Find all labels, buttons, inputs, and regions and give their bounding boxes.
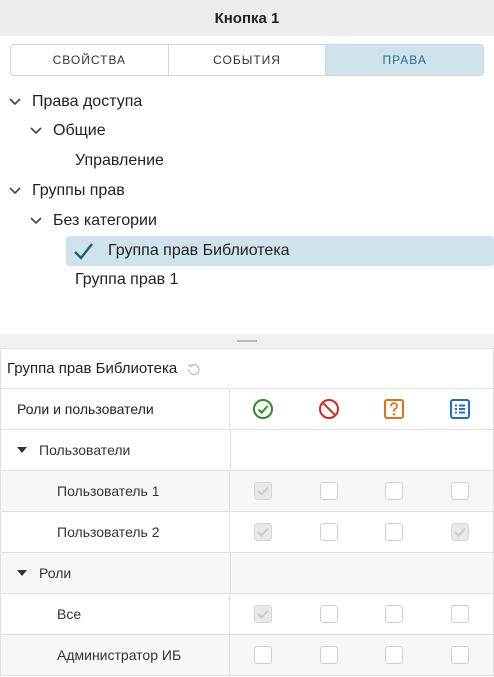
- group-row-roles[interactable]: Роли: [0, 553, 494, 594]
- column-allow: [230, 389, 296, 429]
- grid-header-label: Роли и пользователи: [1, 389, 231, 429]
- tree-node-label: Общие: [53, 122, 106, 139]
- checkbox-list[interactable]: [451, 482, 470, 500]
- caret-down-icon[interactable]: [17, 447, 27, 453]
- group-name: Роли: [39, 565, 72, 581]
- checkbox-deny[interactable]: [319, 523, 338, 541]
- allow-icon: [252, 399, 273, 419]
- checkbox-allow[interactable]: [254, 523, 273, 541]
- tree-node-label: Группы прав: [32, 182, 125, 199]
- table-row: Администратор ИБ: [0, 635, 494, 676]
- checkbox-deny[interactable]: [319, 605, 338, 623]
- splitter-handle[interactable]: [237, 340, 257, 342]
- tree-node-group-1[interactable]: Группа прав 1: [75, 265, 178, 295]
- row-label: Все: [1, 594, 231, 634]
- table-row: Пользователь 1: [0, 471, 494, 512]
- panel-title: Группа прав Библиотека: [0, 348, 494, 388]
- tree-node-label: Управление: [75, 152, 164, 169]
- checkbox-deny[interactable]: [319, 482, 338, 500]
- chevron-down-icon[interactable]: [29, 124, 43, 138]
- grid-header-row: Роли и пользователи: [0, 389, 494, 430]
- checkbox-list[interactable]: [451, 523, 470, 541]
- checkbox-ask[interactable]: [385, 646, 404, 664]
- tree-node-general[interactable]: Общие: [29, 116, 106, 146]
- checkbox-ask[interactable]: [385, 482, 404, 500]
- checkbox-deny[interactable]: [319, 646, 338, 664]
- permissions-grid: Роли и пользователи Пользователи Пользов…: [0, 388, 494, 676]
- chevron-down-icon[interactable]: [8, 184, 22, 198]
- tab-properties[interactable]: СВОЙСТВА: [11, 45, 169, 75]
- tab-events[interactable]: СОБЫТИЯ: [169, 45, 327, 75]
- tree-node-management[interactable]: Управление: [75, 146, 164, 176]
- tab-rights[interactable]: ПРАВА: [326, 45, 483, 75]
- column-list: [427, 389, 493, 429]
- group-name: Пользователи: [39, 442, 131, 458]
- caret-down-icon[interactable]: [17, 570, 27, 576]
- tree-node-label: Группа прав Библиотека: [108, 242, 290, 259]
- chevron-down-icon[interactable]: [8, 95, 22, 109]
- column-ask: [362, 389, 428, 429]
- checkbox-allow[interactable]: [254, 482, 273, 500]
- table-row: Все: [0, 594, 494, 635]
- row-label: Пользователь 1: [1, 471, 231, 511]
- tree-node-no-category[interactable]: Без категории: [29, 206, 157, 236]
- check-icon: [74, 243, 93, 260]
- tree-node-access-rights[interactable]: Права доступа: [8, 87, 142, 117]
- row-label: Пользователь 2: [1, 512, 231, 552]
- row-label: Администратор ИБ: [1, 635, 231, 675]
- checkbox-list[interactable]: [451, 646, 470, 664]
- tree-node-rights-groups[interactable]: Группы прав: [8, 176, 125, 206]
- list-icon: [450, 399, 471, 419]
- column-deny: [296, 389, 362, 429]
- tree-node-label: Права доступа: [32, 93, 143, 110]
- checkbox-ask[interactable]: [385, 605, 404, 623]
- tab-bar: СВОЙСТВА СОБЫТИЯ ПРАВА: [10, 44, 484, 76]
- tree-node-label: Группа прав 1: [75, 271, 179, 288]
- checkbox-allow[interactable]: [254, 605, 273, 623]
- table-row: Пользователь 2: [0, 512, 494, 553]
- tree-node-group-library[interactable]: Группа прав Библиотека: [66, 236, 494, 266]
- window-title: Кнопка 1: [0, 0, 494, 36]
- reset-icon[interactable]: [187, 362, 201, 376]
- chevron-down-icon[interactable]: [29, 214, 43, 228]
- panel-title-text: Группа прав Библиотека: [7, 360, 178, 377]
- tree-node-label: Без категории: [53, 212, 157, 229]
- ask-icon: [384, 399, 405, 419]
- checkbox-ask[interactable]: [385, 523, 404, 541]
- deny-icon: [318, 399, 339, 419]
- group-row-label: Пользователи: [1, 430, 231, 470]
- group-row-users[interactable]: Пользователи: [0, 430, 494, 471]
- checkbox-allow[interactable]: [254, 646, 273, 664]
- group-row-label: Роли: [1, 553, 231, 593]
- panel-splitter[interactable]: [0, 334, 494, 348]
- checkbox-list[interactable]: [451, 605, 470, 623]
